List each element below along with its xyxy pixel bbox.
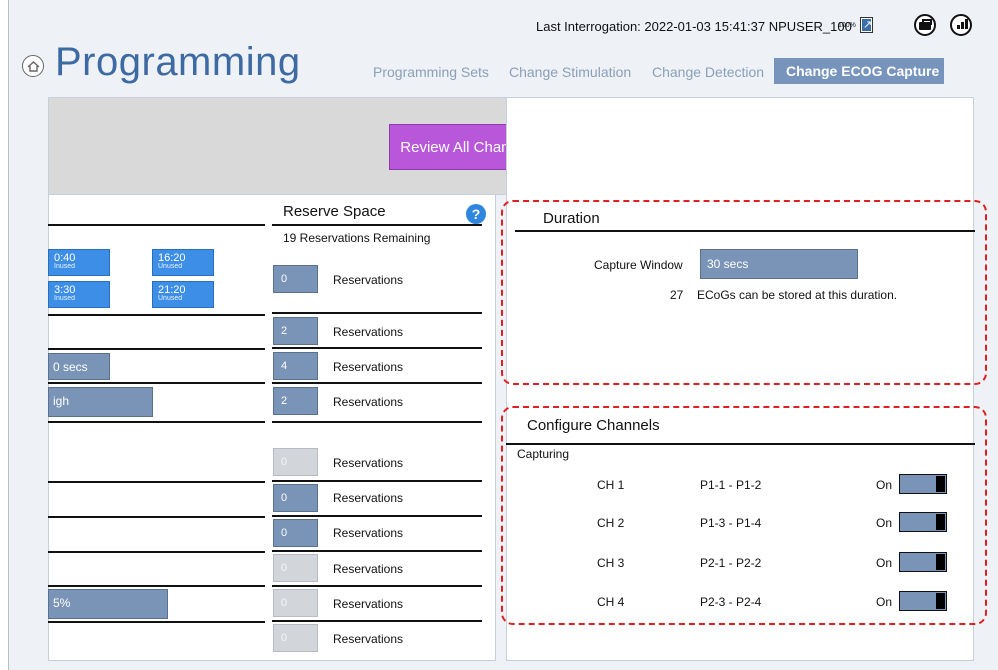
divider — [48, 585, 265, 587]
divider — [272, 515, 482, 517]
divider — [48, 621, 265, 623]
divider — [272, 480, 482, 482]
amplitude-level-field[interactable]: igh — [48, 387, 153, 417]
reservation-label: Reservations — [333, 597, 404, 611]
reservation-input[interactable]: 0 — [273, 448, 318, 476]
battery-icon: ↗ — [860, 17, 873, 33]
schedule-status: Inused — [54, 295, 76, 302]
reservation-input[interactable]: 4 — [273, 352, 318, 380]
divider — [272, 421, 482, 423]
last-interrogation-status: Last Interrogation: 2022-01-03 15:41:37 … — [536, 19, 852, 34]
reservation-label: Reservations — [333, 325, 404, 339]
divider — [272, 550, 482, 552]
divider — [48, 382, 265, 384]
reservation-input[interactable]: 0 — [273, 519, 318, 547]
reservation-label: Reservations — [333, 395, 404, 409]
reservation-label: Reservations — [333, 562, 404, 576]
reservation-label: Reservations — [333, 526, 404, 540]
reservation-label: Reservations — [333, 360, 404, 374]
schedule-status: Unused — [158, 295, 183, 302]
divider — [272, 347, 482, 349]
signal-strength-icon[interactable] — [950, 14, 972, 36]
reservation-input[interactable]: 0 — [273, 624, 318, 652]
tab-change-ecog-capture[interactable]: Change ECOG Capture — [774, 58, 944, 84]
reserve-space-title: Reserve Space — [283, 203, 386, 220]
reservation-input[interactable]: 0 — [273, 265, 318, 293]
home-icon[interactable] — [22, 55, 44, 77]
divider — [272, 312, 482, 314]
divider — [272, 585, 482, 587]
divider — [48, 314, 265, 316]
schedule-status: Inused — [54, 263, 76, 270]
duration-highlight-box — [501, 200, 987, 385]
schedule-status: Unused — [158, 263, 183, 270]
tab-change-stimulation[interactable]: Change Stimulation — [509, 64, 631, 80]
battery-percent: 100% — [838, 22, 856, 29]
divider — [48, 516, 265, 518]
reservation-input[interactable]: 0 — [273, 484, 318, 512]
schedule-chip[interactable]: 3:30 Inused — [48, 281, 110, 308]
reservation-label: Reservations — [333, 632, 404, 646]
reservation-label: Reservations — [333, 491, 404, 505]
duration-value-field[interactable]: 0 secs — [48, 353, 110, 380]
divider — [48, 421, 265, 423]
channels-highlight-box — [501, 406, 987, 625]
divider — [48, 551, 265, 553]
help-icon[interactable]: ? — [466, 204, 486, 224]
percentage-field[interactable]: 5% — [48, 589, 168, 619]
schedule-chip[interactable]: 16:20 Unused — [152, 249, 214, 276]
schedule-chip[interactable]: 0:40 Inused — [48, 249, 110, 276]
reservation-label: Reservations — [333, 273, 404, 287]
divider — [48, 224, 265, 226]
divider — [272, 620, 482, 622]
schedule-chip[interactable]: 21:20 Unused — [152, 281, 214, 308]
briefcase-icon[interactable] — [914, 14, 936, 36]
page-title: Programming — [55, 40, 301, 84]
divider — [48, 348, 265, 350]
reservation-input[interactable]: 2 — [273, 387, 318, 415]
reservation-input[interactable]: 0 — [273, 554, 318, 582]
tab-programming-sets[interactable]: Programming Sets — [373, 64, 489, 80]
divider — [272, 224, 482, 226]
reservation-label: Reservations — [333, 456, 404, 470]
divider — [272, 382, 482, 384]
divider — [48, 481, 265, 483]
reservation-input[interactable]: 2 — [273, 317, 318, 345]
tab-change-detection[interactable]: Change Detection — [652, 64, 764, 80]
reservations-remaining: 19 Reservations Remaining — [283, 231, 431, 245]
reservation-input[interactable]: 0 — [273, 589, 318, 617]
